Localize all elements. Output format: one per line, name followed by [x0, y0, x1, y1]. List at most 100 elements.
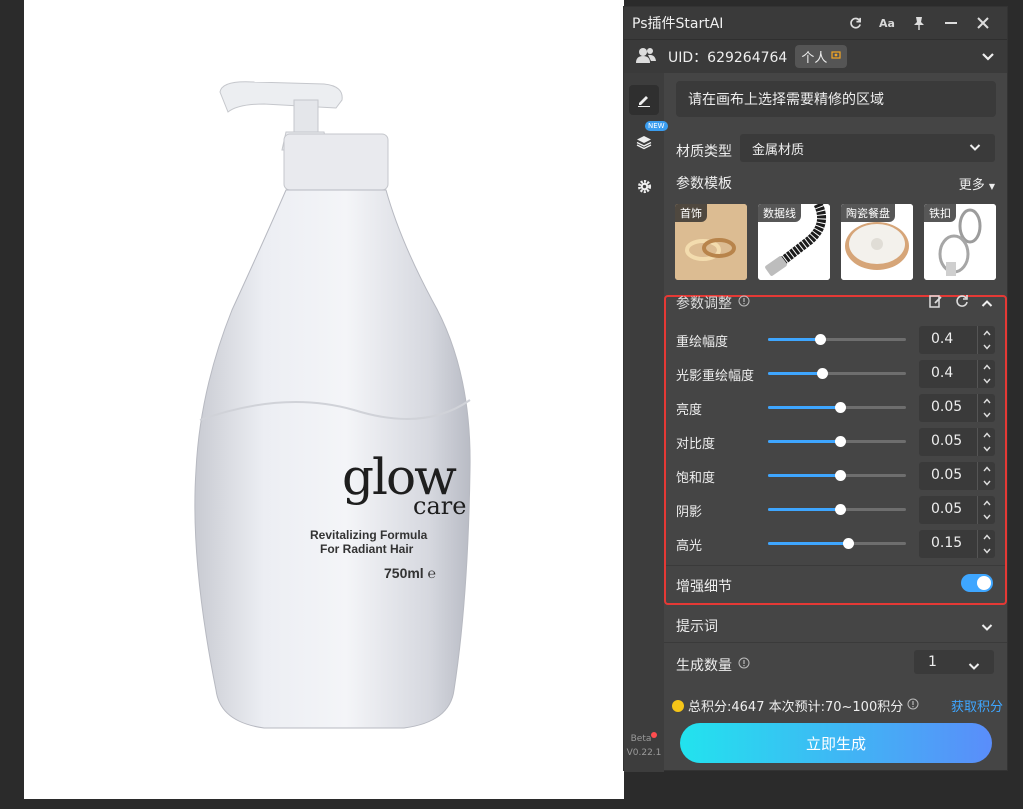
chevron-down-icon[interactable]	[981, 444, 993, 455]
info-icon[interactable]	[907, 698, 919, 714]
info-icon[interactable]	[738, 295, 750, 311]
tagline-line2: For Radiant Hair	[320, 542, 414, 556]
layers-icon[interactable]: NEW	[629, 121, 668, 157]
param-row: 对比度 0.05	[676, 428, 996, 456]
param-label: 光影重绘幅度	[676, 369, 755, 384]
chevron-up-icon[interactable]	[981, 362, 993, 373]
document-canvas[interactable]: glow care Revitalizing Formula For Radia…	[24, 0, 624, 799]
param-slider[interactable]	[768, 334, 906, 345]
param-slider[interactable]	[768, 436, 906, 447]
param-value: 0.05	[931, 501, 963, 517]
pin-icon[interactable]	[903, 7, 935, 39]
slider-knob[interactable]	[834, 402, 846, 413]
chevron-down-icon	[969, 141, 981, 156]
more-templates-link[interactable]: 更多 ▼	[959, 174, 995, 193]
refresh-icon[interactable]	[839, 7, 871, 39]
param-label: 亮度	[676, 403, 703, 418]
param-value-input[interactable]: 0.05	[919, 428, 995, 456]
generate-button[interactable]: 立即生成	[680, 723, 992, 763]
chevron-down-icon[interactable]	[981, 512, 993, 523]
param-value: 0.15	[931, 535, 963, 551]
edit-note-icon[interactable]	[929, 293, 943, 312]
param-value-input[interactable]: 0.05	[919, 394, 995, 422]
chevron-down-icon[interactable]	[981, 47, 995, 66]
slider-knob[interactable]	[815, 334, 827, 345]
template-cable[interactable]: 数据线	[758, 204, 830, 280]
get-credits-link[interactable]: 获取积分	[951, 696, 1003, 715]
slider-knob[interactable]	[834, 470, 846, 481]
slider-knob[interactable]	[834, 436, 846, 447]
param-slider[interactable]	[768, 538, 906, 549]
template-metal-buckle[interactable]: 铁扣	[924, 204, 996, 280]
info-icon[interactable]	[738, 657, 750, 673]
spinner	[977, 326, 995, 354]
reset-icon[interactable]	[955, 293, 969, 312]
coin-icon	[672, 699, 684, 712]
spinner	[977, 462, 995, 490]
chevron-up-icon[interactable]	[981, 328, 993, 339]
template-ceramic-plate[interactable]: 陶瓷餐盘	[841, 204, 913, 280]
version-number: V0.22.1	[626, 748, 662, 758]
chevron-down-icon[interactable]	[981, 376, 993, 387]
param-label: 对比度	[676, 437, 716, 452]
user-bar[interactable]: UID：629264764 个人	[624, 39, 1007, 73]
template-label: 首饰	[675, 204, 707, 222]
prompt-section[interactable]: 提示词	[664, 607, 1007, 643]
chevron-up-icon[interactable]	[981, 498, 993, 509]
edit-icon[interactable]	[629, 85, 659, 115]
brand-care-text: care	[413, 492, 467, 520]
startai-plugin-panel: Ps插件StartAI Aa UID：629264764 个人 NEW Beta…	[623, 6, 1008, 772]
chevron-down-icon[interactable]	[981, 342, 993, 353]
param-value-input[interactable]: 0.05	[919, 462, 995, 490]
chevron-down-icon[interactable]	[981, 410, 993, 421]
material-type-value: 金属材质	[752, 142, 805, 158]
slider-knob[interactable]	[816, 368, 828, 379]
chevron-up-icon[interactable]	[981, 532, 993, 543]
count-label: 生成数量	[676, 658, 732, 674]
spinner	[977, 394, 995, 422]
panel-titlebar[interactable]: Ps插件StartAI Aa	[624, 7, 1007, 39]
font-size-icon[interactable]: Aa	[871, 7, 903, 39]
prompt-label: 提示词	[676, 619, 718, 635]
slider-fill	[768, 338, 821, 341]
settings-icon[interactable]	[629, 171, 659, 201]
param-label: 高光	[676, 539, 703, 554]
toggle-knob	[977, 576, 991, 590]
param-value-input[interactable]: 0.05	[919, 496, 995, 524]
param-slider[interactable]	[768, 368, 906, 379]
param-row: 光影重绘幅度 0.4	[676, 360, 996, 388]
chevron-down-icon[interactable]	[981, 546, 993, 557]
chevron-up-icon[interactable]	[981, 396, 993, 407]
slider-fill	[768, 542, 849, 545]
params-header[interactable]: 参数调整	[676, 293, 750, 313]
param-slider[interactable]	[768, 504, 906, 515]
chevron-up-icon[interactable]	[981, 430, 993, 441]
material-type-select[interactable]: 金属材质	[740, 134, 995, 162]
spinner	[977, 360, 995, 388]
count-value: 1	[928, 654, 937, 670]
chevron-down-icon[interactable]	[981, 478, 993, 489]
count-select[interactable]: 1	[914, 650, 994, 674]
count-label-row: 生成数量	[676, 655, 750, 675]
slider-fill	[768, 406, 840, 409]
caret-down-icon: ▼	[988, 182, 995, 191]
param-value-input[interactable]: 0.4	[919, 360, 995, 388]
param-value: 0.05	[931, 467, 963, 483]
param-slider[interactable]	[768, 470, 906, 481]
chevron-up-icon[interactable]	[981, 464, 993, 475]
minimize-icon[interactable]	[935, 7, 967, 39]
slider-fill	[768, 474, 840, 477]
chevron-up-icon[interactable]	[981, 293, 993, 312]
chevron-down-icon	[968, 655, 980, 679]
enhance-detail-toggle[interactable]	[961, 574, 993, 592]
param-value-input[interactable]: 0.4	[919, 326, 995, 354]
template-jewelry[interactable]: 首饰	[675, 204, 747, 280]
panel-content: 请在画布上选择需要精修的区域 材质类型 金属材质 参数模板 更多 ▼ 首饰 数据…	[664, 73, 1007, 772]
slider-knob[interactable]	[843, 538, 855, 549]
select-area-hint[interactable]: 请在画布上选择需要精修的区域	[676, 81, 996, 117]
slider-knob[interactable]	[834, 504, 846, 515]
param-slider[interactable]	[768, 402, 906, 413]
close-icon[interactable]	[967, 7, 999, 39]
param-value: 0.4	[931, 331, 954, 347]
param-value-input[interactable]: 0.15	[919, 530, 995, 558]
